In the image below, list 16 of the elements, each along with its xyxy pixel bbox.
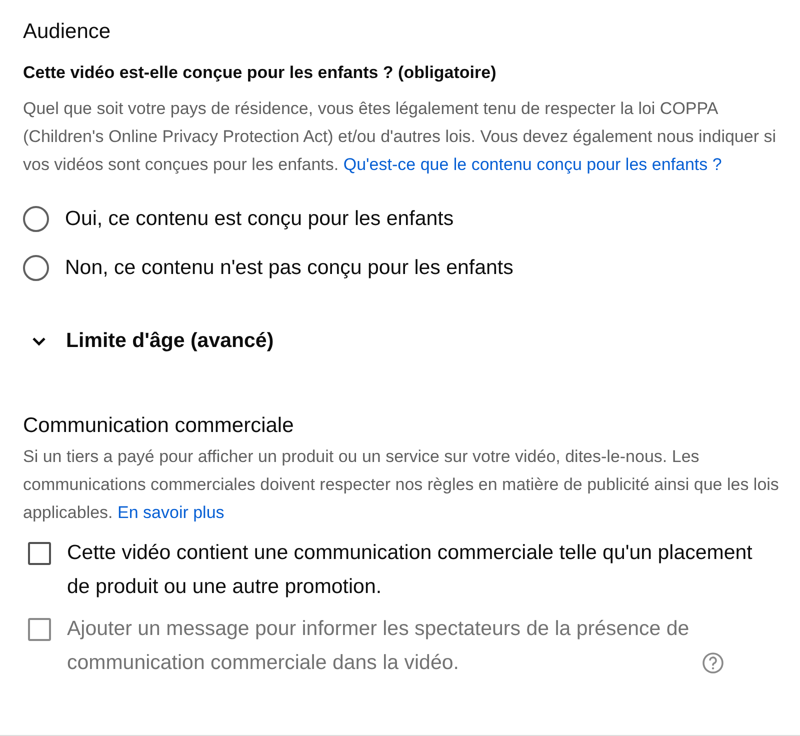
question-label: Cette vidéo est-elle conçue pour les enfants ? (obligatoire): [23, 62, 498, 84]
checkbox-label: Cette vidéo contient une communication commerciale telle qu'un placement de produit ou une autre promotion.: [67, 540, 754, 600]
description-text: Quel que soit votre pays de résidence, vous êtes légalement tenu de respecter la loi COPPA (Children's Online Privacy Protection Act) et/ou d'autres lois. Vous devez également nous indiquer si vos vidéos sont conçues pour les enfants. Qu'est-ce que le contenu conçu pour les enfants ?: [23, 98, 777, 176]
radio-button[interactable]: [23, 206, 49, 232]
section-title: Communication commerciale: [23, 413, 295, 439]
section-title: Audience: [23, 19, 112, 45]
description-text: Si un tiers a payé pour afficher un produit ou un service sur votre vidéo, dites-le-nous. Les communications commerciales doivent respecter nos règles en matière de publicité ainsi que les lois applicables. En savoir plus: [23, 446, 780, 524]
age-restriction-toggle[interactable]: Limite d'âge (avancé): [32, 329, 274, 353]
radio-button[interactable]: [23, 255, 49, 281]
radio-label: Oui, ce contenu est conçu pour les enfants: [65, 206, 454, 232]
radio-label: Non, ce contenu n'est pas conçu pour les enfants: [65, 255, 514, 281]
chevron-icon: [32, 336, 46, 346]
help-link[interactable]: Qu'est-ce que le contenu conçu pour les enfants ?: [343, 155, 722, 174]
checkbox[interactable]: [28, 542, 51, 565]
learn-more-link[interactable]: En savoir plus: [118, 503, 224, 522]
checkbox-label: Ajouter un message pour informer les spectateurs de la présence de communication commerciale dans la vidéo.: [67, 616, 690, 676]
